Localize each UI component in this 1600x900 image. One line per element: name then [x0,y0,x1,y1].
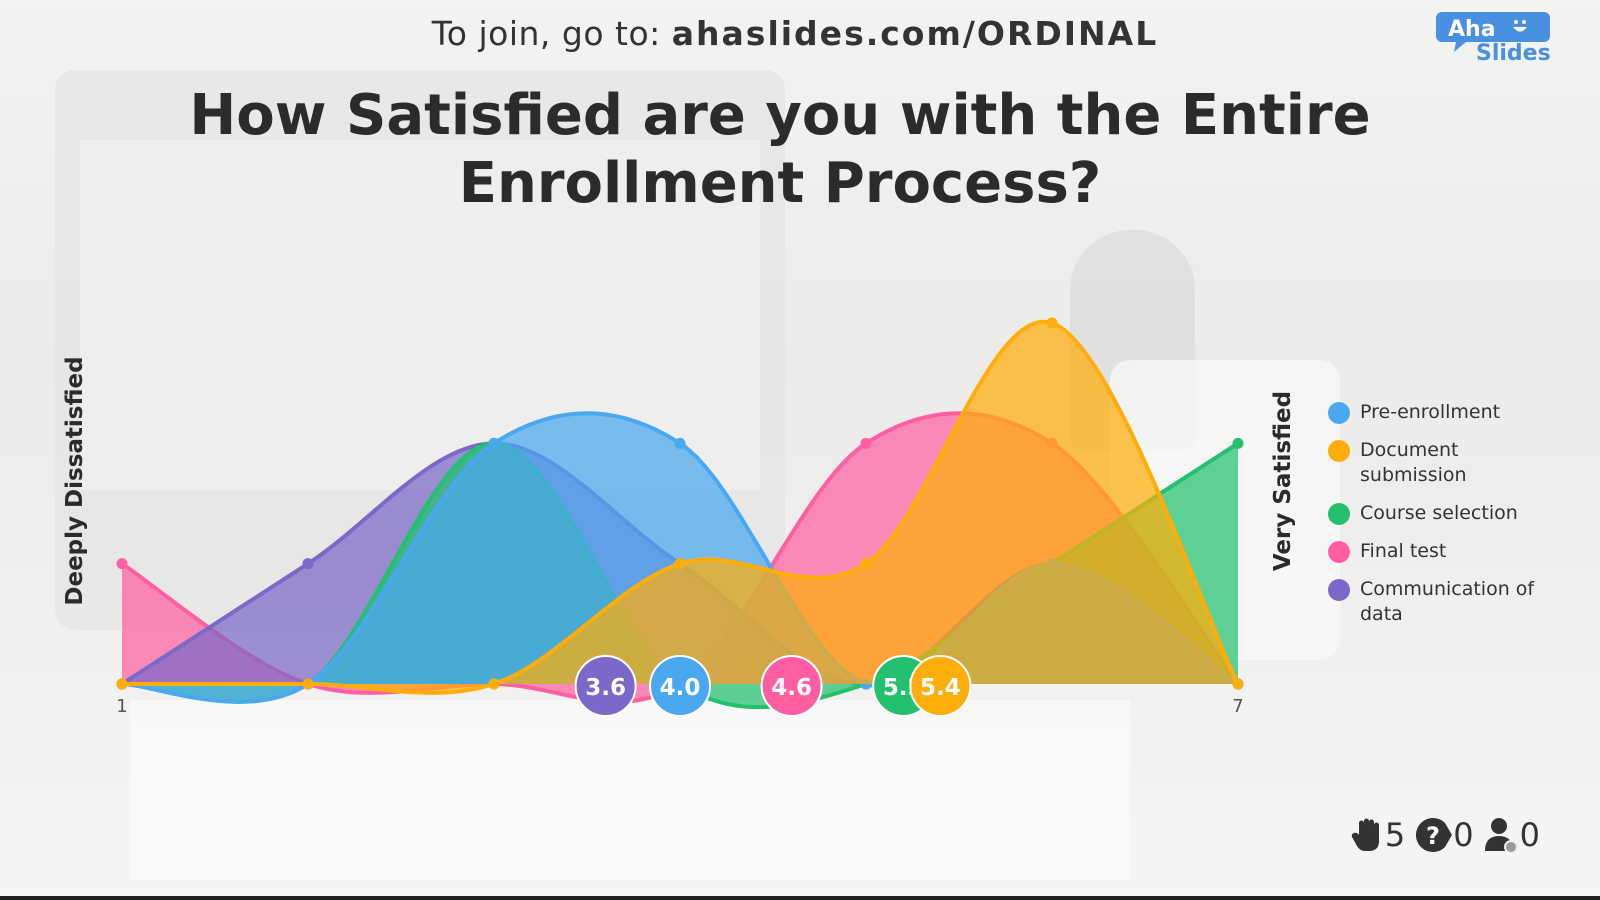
data-point [1232,437,1244,449]
data-point [116,558,128,570]
svg-text:?: ? [1426,822,1440,850]
legend-label: Document submission [1360,439,1467,486]
data-point [116,678,128,690]
legend-item: Pre-enrollment [1328,400,1568,425]
legend-label: Pre-enrollment [1360,401,1501,423]
legend-label: Communication of data [1360,578,1535,625]
mean-value: 3.6 [585,675,626,701]
legend-item: Communication of data [1328,577,1568,627]
responses-count: 5 [1384,816,1406,854]
mean-badge: 3.6 [574,655,637,717]
left-axis-label: Deeply Dissatisfied [62,356,88,606]
legend-item: Final test [1328,539,1568,564]
hand-icon [1351,818,1379,851]
join-prefix: To join, go to: [431,14,672,53]
mean-badge: 4.6 [760,655,823,717]
legend-dot [1328,541,1350,563]
right-axis-label: Very Satisfied [1270,390,1296,572]
data-point [674,558,686,570]
bottom-bar [0,896,1600,900]
legend-dot [1328,503,1350,525]
data-point [302,558,314,570]
legend: Pre-enrollment Document submission Course … [1328,400,1568,640]
legend-dot [1328,402,1350,424]
data-point [860,437,872,449]
x-tick-label: 7 [1232,696,1243,717]
join-url[interactable]: ahaslides.com/ORDINAL [672,14,1158,53]
question-title: How Satisfied are you with the Entire En… [189,83,1371,216]
mean-badge: 5.4 [909,655,972,717]
legend-label: Course selection [1360,502,1518,524]
legend-dot [1328,579,1350,601]
audience-icon [1484,818,1518,853]
legend-item: Course selection [1328,501,1568,526]
mean-value: 4.6 [771,675,812,701]
mean-badge: 4.0 [649,655,711,717]
data-point [1046,317,1058,329]
data-point [674,437,686,449]
data-point [860,558,872,570]
data-point [302,678,314,690]
questions-count: 0 [1453,816,1474,854]
legend-dot [1328,440,1350,462]
stats-bar: 5 ? 0 0 [1351,816,1550,854]
question-icon: ? [1416,817,1453,852]
mean-value: 4.0 [660,675,701,701]
legend-item: Document submission [1328,438,1568,488]
join-instructions: To join, go to: ahaslides.com/ORDINAL [0,14,1590,53]
data-point [488,678,500,690]
data-point [1232,678,1244,690]
x-tick-label: 1 [116,696,127,717]
audience-count: 0 [1519,816,1540,854]
mean-value: 5.4 [920,675,961,701]
data-point [488,437,500,449]
legend-label: Final test [1360,540,1447,562]
